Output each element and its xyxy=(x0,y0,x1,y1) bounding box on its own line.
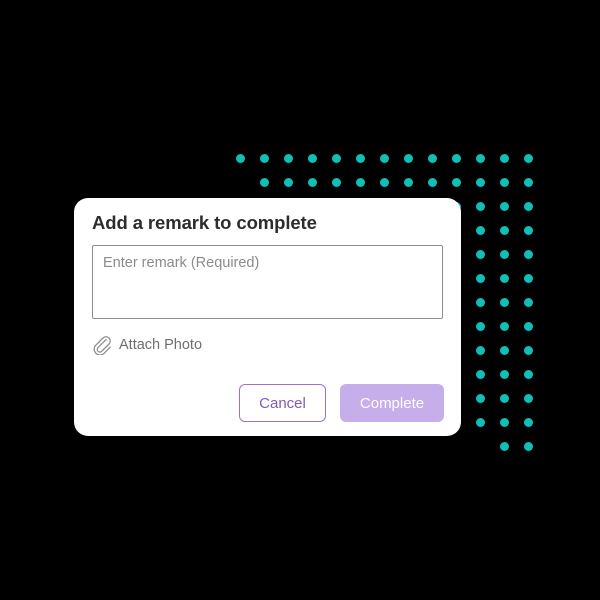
grid-dot xyxy=(476,226,485,235)
grid-dot xyxy=(452,154,461,163)
grid-dot xyxy=(308,154,317,163)
grid-dot xyxy=(428,178,437,187)
grid-dot xyxy=(308,178,317,187)
grid-dot xyxy=(476,370,485,379)
grid-dot xyxy=(476,346,485,355)
grid-dot xyxy=(524,394,533,403)
grid-dot xyxy=(452,178,461,187)
grid-dot xyxy=(356,178,365,187)
remark-input[interactable] xyxy=(92,245,443,319)
grid-dot xyxy=(500,178,509,187)
grid-dot xyxy=(476,250,485,259)
grid-dot xyxy=(524,298,533,307)
grid-dot xyxy=(476,394,485,403)
grid-dot xyxy=(500,394,509,403)
grid-dot xyxy=(500,322,509,331)
grid-dot xyxy=(524,418,533,427)
grid-dot xyxy=(524,250,533,259)
grid-dot xyxy=(404,178,413,187)
paperclip-icon xyxy=(92,335,112,356)
dialog-action-bar: Cancel Complete xyxy=(239,384,444,422)
grid-dot xyxy=(524,154,533,163)
grid-dot xyxy=(476,418,485,427)
grid-dot xyxy=(524,202,533,211)
grid-dot xyxy=(260,178,269,187)
grid-dot xyxy=(500,370,509,379)
screen-root: Add a remark to complete Attach Photo Ca… xyxy=(0,0,600,600)
grid-dot xyxy=(524,346,533,355)
grid-dot xyxy=(332,154,341,163)
grid-dot xyxy=(380,154,389,163)
grid-dot xyxy=(500,274,509,283)
grid-dot xyxy=(500,226,509,235)
cancel-button[interactable]: Cancel xyxy=(239,384,326,422)
grid-dot xyxy=(404,154,413,163)
grid-dot xyxy=(476,154,485,163)
grid-dot xyxy=(524,178,533,187)
grid-dot xyxy=(284,178,293,187)
grid-dot xyxy=(476,202,485,211)
grid-dot xyxy=(500,346,509,355)
grid-dot xyxy=(500,202,509,211)
grid-dot xyxy=(524,442,533,451)
grid-dot xyxy=(500,298,509,307)
grid-dot xyxy=(476,178,485,187)
grid-dot xyxy=(500,442,509,451)
grid-dot xyxy=(476,298,485,307)
grid-dot xyxy=(284,154,293,163)
grid-dot xyxy=(476,274,485,283)
grid-dot xyxy=(236,154,245,163)
attach-photo-button[interactable]: Attach Photo xyxy=(92,335,203,356)
grid-dot xyxy=(524,370,533,379)
grid-dot xyxy=(428,154,437,163)
complete-button[interactable]: Complete xyxy=(340,384,444,422)
dialog-title: Add a remark to complete xyxy=(92,212,317,233)
grid-dot xyxy=(524,226,533,235)
grid-dot xyxy=(524,274,533,283)
grid-dot xyxy=(380,178,389,187)
attach-photo-label: Attach Photo xyxy=(119,337,203,353)
add-remark-dialog: Add a remark to complete Attach Photo Ca… xyxy=(74,198,461,436)
grid-dot xyxy=(260,154,269,163)
grid-dot xyxy=(500,154,509,163)
grid-dot xyxy=(356,154,365,163)
grid-dot xyxy=(476,322,485,331)
grid-dot xyxy=(332,178,341,187)
grid-dot xyxy=(500,250,509,259)
grid-dot xyxy=(524,322,533,331)
grid-dot xyxy=(500,418,509,427)
